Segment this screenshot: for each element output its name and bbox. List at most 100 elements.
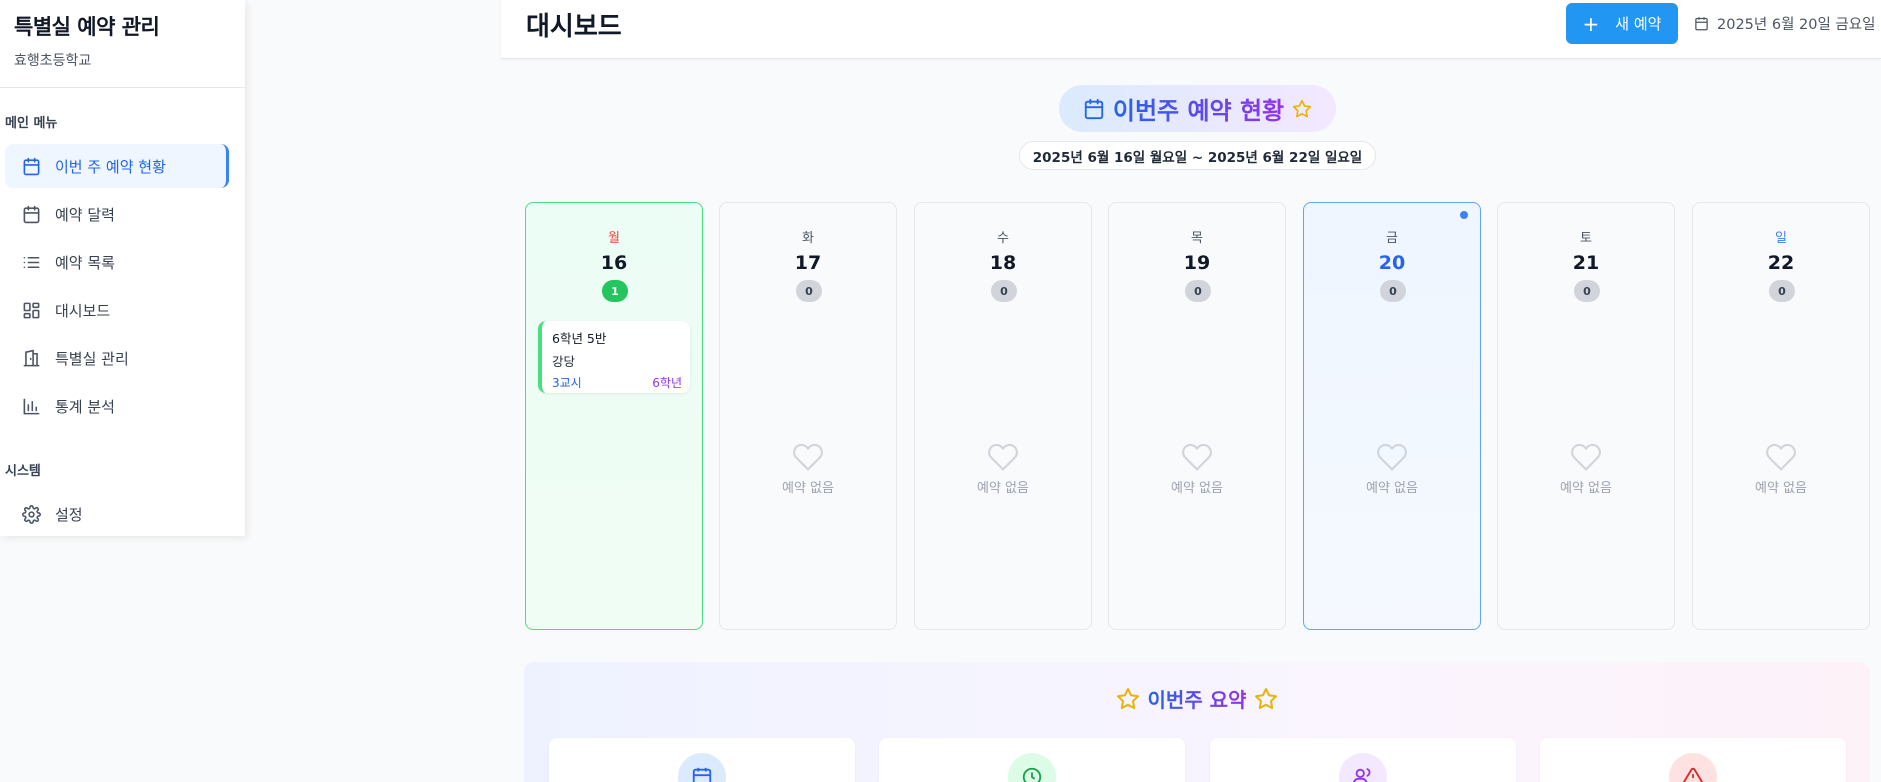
empty-state: 예약 없음	[1109, 441, 1285, 496]
top-bar: 대시보드 + 새 예약 2025년 6월 20일 금요일	[501, 0, 1881, 59]
weekly-summary: 이번주 요약	[524, 662, 1870, 782]
heart-icon	[1571, 443, 1601, 471]
reservation-count-badge: 0	[1769, 280, 1795, 302]
sidebar-item-calendar[interactable]: 예약 달력	[5, 192, 229, 236]
main-menu-label: 메인 메뉴	[5, 116, 58, 131]
heart-icon	[1377, 443, 1407, 471]
sidebar-header: 특별실 예약 관리 효행초등학교	[0, 0, 245, 88]
day-number: 17	[794, 252, 822, 274]
heart-icon	[1182, 443, 1212, 471]
new-reservation-label: 새 예약	[1615, 15, 1662, 33]
day-of-week: 일	[1775, 231, 1787, 246]
calendar-icon	[21, 156, 41, 176]
sidebar-item-room-management[interactable]: 특별실 관리	[5, 336, 229, 380]
day-column-wed[interactable]: 수 18 0 예약 없음	[914, 202, 1092, 630]
calendar-icon	[1084, 98, 1104, 119]
day-of-week: 월	[608, 231, 620, 246]
sidebar-item-label: 통계 분석	[55, 397, 115, 416]
summary-title: 이번주 요약	[1148, 684, 1247, 713]
star-icon	[1292, 99, 1312, 117]
summary-card-users	[1210, 738, 1516, 782]
plus-icon: +	[1582, 11, 1600, 36]
calendar-icon	[21, 204, 41, 224]
heart-icon	[988, 443, 1018, 471]
summary-card-alert	[1540, 738, 1846, 782]
reservation-card[interactable]: 6학년 5반 강당 3교시 6학년	[538, 321, 690, 393]
weekly-status-title: 이번주 예약 현황	[1113, 91, 1284, 126]
empty-state: 예약 없음	[1693, 441, 1869, 496]
day-column-fri-today[interactable]: 금 20 0 예약 없음	[1303, 202, 1481, 630]
empty-label: 예약 없음	[1755, 481, 1807, 496]
day-number: 21	[1572, 252, 1600, 274]
day-of-week: 화	[802, 231, 814, 246]
calendar-icon	[678, 753, 726, 782]
empty-state: 예약 없음	[720, 441, 896, 496]
day-number: 22	[1767, 252, 1795, 274]
summary-card-total	[549, 738, 855, 782]
day-of-week: 금	[1386, 231, 1398, 246]
gear-icon	[21, 504, 41, 524]
dashboard-icon	[21, 300, 41, 320]
day-column-sat[interactable]: 토 21 0 예약 없음	[1497, 202, 1675, 630]
sidebar: 특별실 예약 관리 효행초등학교 메인 메뉴 이번 주 예약 현황 예약 달력 …	[0, 0, 245, 536]
clock-icon	[1008, 753, 1056, 782]
app-title: 특별실 예약 관리	[14, 15, 160, 39]
day-number: 18	[989, 252, 1017, 274]
empty-label: 예약 없음	[1366, 481, 1418, 496]
empty-state: 예약 없음	[915, 441, 1091, 496]
summary-heading: 이번주 요약	[524, 684, 1870, 713]
empty-label: 예약 없음	[1171, 481, 1223, 496]
day-column-sun[interactable]: 일 22 0 예약 없음	[1692, 202, 1870, 630]
empty-label: 예약 없음	[1560, 481, 1612, 496]
day-number: 16	[600, 252, 628, 274]
building-icon	[21, 348, 41, 368]
reservation-count-badge: 0	[991, 280, 1017, 302]
day-number: 19	[1183, 252, 1211, 274]
reservation-class: 6학년 5반	[552, 331, 607, 346]
list-icon	[21, 252, 41, 272]
empty-label: 예약 없음	[782, 481, 834, 496]
star-icon	[1116, 687, 1139, 709]
summary-card-time	[879, 738, 1185, 782]
calendar-icon	[1695, 17, 1708, 31]
reservation-room: 강당	[552, 354, 576, 369]
new-reservation-button[interactable]: + 새 예약	[1566, 3, 1678, 44]
reservation-count-badge: 0	[1185, 280, 1211, 302]
day-of-week: 토	[1580, 231, 1592, 246]
empty-state: 예약 없음	[1498, 441, 1674, 496]
bar-chart-icon	[21, 396, 41, 416]
day-of-week: 목	[1191, 231, 1203, 246]
sidebar-item-label: 예약 달력	[55, 205, 115, 224]
heart-icon	[793, 443, 823, 471]
sidebar-item-weekly-status[interactable]: 이번 주 예약 현황	[5, 144, 229, 188]
page-title: 대시보드	[526, 12, 622, 42]
system-section-label: 시스템	[5, 464, 41, 479]
sidebar-item-label: 대시보드	[55, 301, 111, 320]
today-date-text: 2025년 6월 20일 금요일	[1717, 17, 1876, 33]
school-name: 효행초등학교	[14, 53, 92, 69]
sidebar-item-statistics[interactable]: 통계 분석	[5, 384, 229, 428]
reservation-count-badge: 1	[602, 280, 628, 302]
reservation-count-badge: 0	[796, 280, 822, 302]
empty-label: 예약 없음	[977, 481, 1029, 496]
empty-state: 예약 없음	[1304, 441, 1480, 496]
week-range: 2025년 6월 16일 월요일 ~ 2025년 6월 22일 일요일	[1019, 141, 1376, 170]
sidebar-item-settings[interactable]: 설정	[5, 492, 229, 536]
reservation-grade: 6학년	[652, 376, 682, 390]
day-column-mon[interactable]: 월 16 1 6학년 5반 강당 3교시 6학년	[525, 202, 703, 630]
day-column-tue[interactable]: 화 17 0 예약 없음	[719, 202, 897, 630]
sidebar-item-label: 설정	[55, 505, 83, 524]
reservation-count-badge: 0	[1380, 280, 1406, 302]
users-icon	[1339, 753, 1387, 782]
sidebar-item-label: 이번 주 예약 현황	[55, 157, 166, 176]
day-column-thu[interactable]: 목 19 0 예약 없음	[1108, 202, 1286, 630]
sidebar-item-dashboard[interactable]: 대시보드	[5, 288, 229, 332]
heart-icon	[1766, 443, 1796, 471]
today-indicator	[1460, 211, 1468, 219]
sidebar-item-list[interactable]: 예약 목록	[5, 240, 229, 284]
alert-triangle-icon	[1669, 753, 1717, 782]
day-number: 20	[1378, 252, 1406, 274]
star-icon	[1255, 687, 1278, 709]
sidebar-item-label: 예약 목록	[55, 253, 115, 272]
day-of-week: 수	[997, 231, 1009, 246]
